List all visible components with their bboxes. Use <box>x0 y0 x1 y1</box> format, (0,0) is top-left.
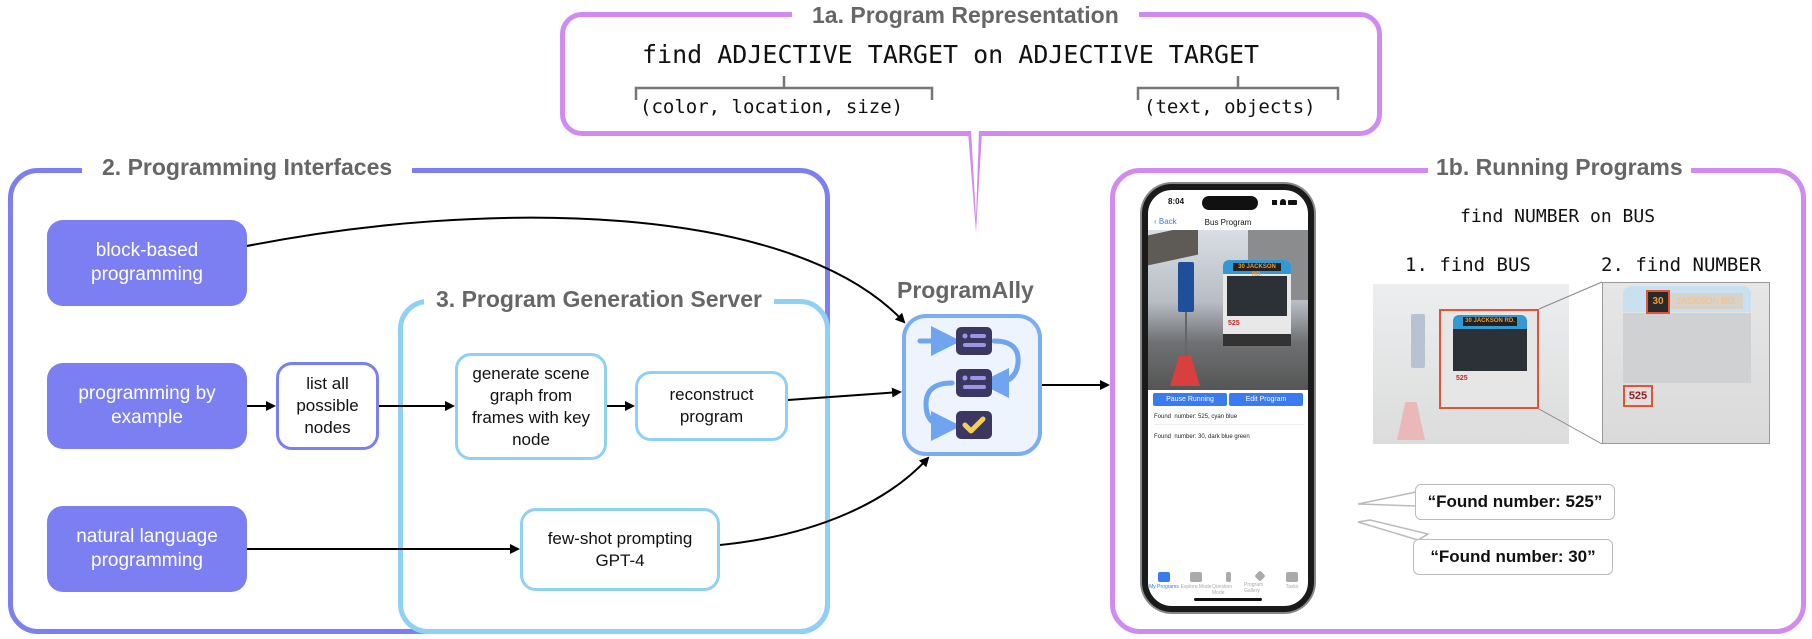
layers-icon <box>1254 570 1266 582</box>
tab-my-programs[interactable]: My Programs <box>1148 572 1180 596</box>
representation-title: 1a. Program Representation <box>792 0 1139 30</box>
list-nodes-box: list all possible nodes <box>276 362 379 450</box>
tab-bar: My Programs Explore Mode Question Mode P… <box>1148 570 1308 596</box>
detection-box-525: 525 <box>1623 385 1653 407</box>
edit-program-button[interactable]: Edit Program <box>1229 393 1303 406</box>
bus-stop-sign <box>1178 262 1194 312</box>
detection-box-30: 30 <box>1646 290 1670 314</box>
photos-icon <box>1286 572 1298 582</box>
step-find-bus: 1. find BUS <box>1405 254 1531 276</box>
tab-question-mode[interactable]: Question Mode <box>1212 572 1244 596</box>
phone-mockup: 8:04 ‹ Back Bus Program 30 JACKSON RD. 5… <box>1142 184 1314 612</box>
status-icons <box>1272 199 1297 205</box>
running-program: find NUMBER on BUS <box>1460 206 1656 227</box>
camera-icon <box>1190 572 1202 582</box>
app-name: ProgramAlly <box>897 277 1034 303</box>
tab-program-gallery[interactable]: Program Gallery <box>1244 570 1276 596</box>
callout-found-525: “Found number: 525” <box>1415 484 1615 520</box>
running-title: 1b. Running Programs <box>1428 152 1691 182</box>
target-options: (text, objects) <box>1144 96 1316 118</box>
microphone-icon <box>1225 572 1231 582</box>
pause-running-button[interactable]: Pause Running <box>1153 393 1227 406</box>
screen-title: Bus Program <box>1204 218 1252 227</box>
step-find-number: 2. find NUMBER <box>1601 254 1762 276</box>
find-bus-image: 30 JACKSON RD. 525 <box>1373 284 1569 444</box>
dynamic-island <box>1202 196 1258 210</box>
tab-explore-mode[interactable]: Explore Mode <box>1180 572 1212 596</box>
program-flow-icon <box>917 326 1021 441</box>
program-template: find ADJECTIVE TARGET on ADJECTIVE TARGE… <box>642 40 1260 69</box>
home-indicator <box>1194 598 1262 601</box>
programally-app-icon <box>902 314 1042 456</box>
tab-tasks[interactable]: Tasks <box>1276 572 1308 596</box>
camera-feed: 30 JACKSON RD. 525 <box>1148 230 1308 390</box>
reconstruct-program-box: reconstruct program <box>635 371 788 441</box>
result-item: Found number: 30, dark blue green <box>1154 434 1250 440</box>
grid-icon <box>1158 572 1170 582</box>
server-title: 3. Program Generation Server <box>424 284 774 314</box>
scene-graph-box: generate scene graph from frames with ke… <box>455 353 607 460</box>
result-item: Found number: 525, cyan blue <box>1154 414 1238 420</box>
adjective-options: (color, location, size) <box>640 96 904 118</box>
interfaces-title: 2. Programming Interfaces <box>82 152 413 182</box>
block-based-programming-box: block-based programming <box>47 220 247 306</box>
find-number-image: JACKSON RD. 30 525 <box>1602 282 1770 444</box>
callout-found-30: “Found number: 30” <box>1413 539 1613 575</box>
bus-detection-box: 30 JACKSON RD. 525 <box>1439 309 1539 409</box>
bus-stop-cone <box>1170 356 1200 386</box>
few-shot-prompting-box: few-shot prompting GPT-4 <box>520 508 720 591</box>
programming-by-example-box: programming by example <box>47 363 247 449</box>
bus: 30 JACKSON RD. 525 <box>1223 260 1291 346</box>
status-time: 8:04 <box>1168 197 1185 206</box>
natural-language-programming-box: natural language programming <box>47 506 247 592</box>
